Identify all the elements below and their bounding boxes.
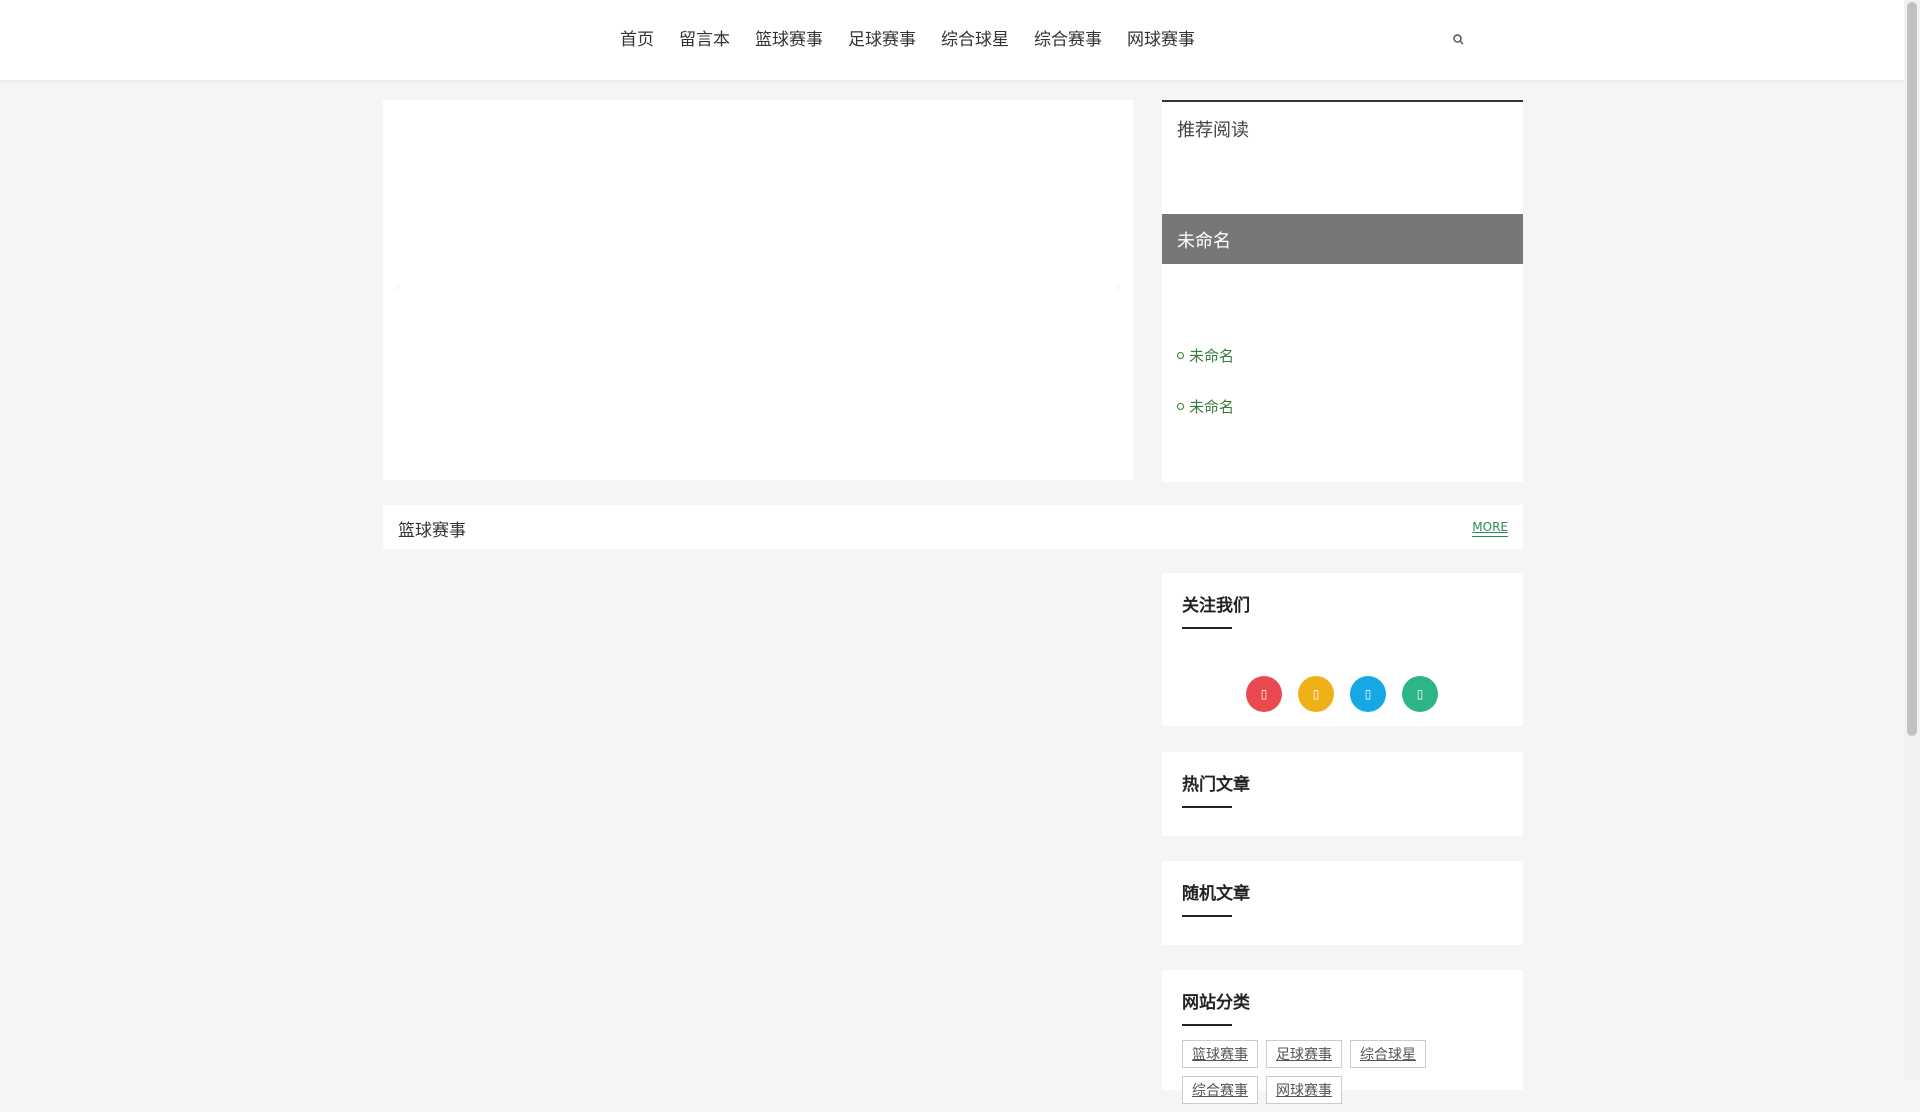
title-underline [1182, 915, 1232, 917]
more-link[interactable]: MORE [1472, 520, 1508, 537]
hot-articles-title: 热门文章 [1182, 775, 1250, 795]
recommend-band-title[interactable]: 未命名 [1177, 227, 1231, 253]
main-nav: 首页 留言本 篮球赛事 足球赛事 综合球星 综合赛事 网球赛事 [620, 0, 1220, 80]
nav-item-home[interactable]: 首页 [620, 0, 654, 80]
title-underline [1182, 627, 1232, 629]
nav-item-football[interactable]: 足球赛事 [848, 0, 916, 80]
recommend-link[interactable]: 未命名 [1177, 396, 1234, 417]
weibo-icon[interactable]: ▯ [1246, 676, 1282, 712]
category-tags: 篮球赛事 足球赛事 综合球星 综合赛事 网球赛事 [1182, 1040, 1512, 1112]
recommend-link[interactable]: 未命名 [1177, 345, 1234, 366]
category-tag[interactable]: 篮球赛事 [1182, 1040, 1258, 1068]
bullet-icon [1177, 403, 1184, 410]
categories-title: 网站分类 [1182, 993, 1250, 1013]
recommend-title: 推荐阅读 [1177, 120, 1249, 141]
category-tag[interactable]: 综合赛事 [1182, 1076, 1258, 1104]
wechat-icon[interactable]: ▯ [1402, 676, 1438, 712]
bullet-icon [1177, 352, 1184, 359]
recommend-link-label[interactable]: 未命名 [1189, 345, 1234, 366]
follow-widget: 关注我们 ▯ ▯ ▯ ▯ [1162, 573, 1523, 726]
section-header: 篮球赛事 MORE [383, 505, 1523, 549]
follow-title: 关注我们 [1182, 596, 1250, 616]
slider-prev-icon[interactable]: ‹ [395, 280, 401, 296]
title-underline [1182, 806, 1232, 808]
nav-item-guestbook[interactable]: 留言本 [679, 0, 730, 80]
nav-item-general-events[interactable]: 综合赛事 [1034, 0, 1102, 80]
category-tag[interactable]: 综合球星 [1350, 1040, 1426, 1068]
top-navbar: 首页 留言本 篮球赛事 足球赛事 综合球星 综合赛事 网球赛事 [0, 0, 1904, 80]
categories-widget: 网站分类 篮球赛事 足球赛事 综合球星 综合赛事 网球赛事 [1162, 970, 1523, 1104]
slider-next-icon[interactable]: › [1115, 280, 1121, 296]
recommend-band[interactable]: 未命名 [1162, 214, 1523, 264]
twitter-icon[interactable]: ▯ [1350, 676, 1386, 712]
recommend-panel: 推荐阅读 未命名 未命名 未命名 [1162, 100, 1523, 482]
scrollbar-thumb[interactable] [1907, 2, 1917, 736]
section-title: 篮球赛事 [398, 521, 466, 541]
qq-icon[interactable]: ▯ [1298, 676, 1334, 712]
category-tag[interactable]: 足球赛事 [1266, 1040, 1342, 1068]
search-icon[interactable] [1452, 33, 1466, 47]
featured-slider[interactable]: ‹ › [383, 100, 1133, 480]
category-tag[interactable]: 网球赛事 [1266, 1076, 1342, 1104]
hot-articles-widget: 热门文章 [1162, 752, 1523, 836]
title-underline [1182, 1024, 1232, 1026]
recommend-link-label[interactable]: 未命名 [1189, 396, 1234, 417]
nav-item-basketball[interactable]: 篮球赛事 [755, 0, 823, 80]
random-articles-title: 随机文章 [1182, 884, 1250, 904]
random-articles-widget: 随机文章 [1162, 861, 1523, 945]
nav-item-stars[interactable]: 综合球星 [941, 0, 1009, 80]
nav-item-tennis[interactable]: 网球赛事 [1127, 0, 1195, 80]
page-scrollbar[interactable] [1904, 0, 1920, 1080]
